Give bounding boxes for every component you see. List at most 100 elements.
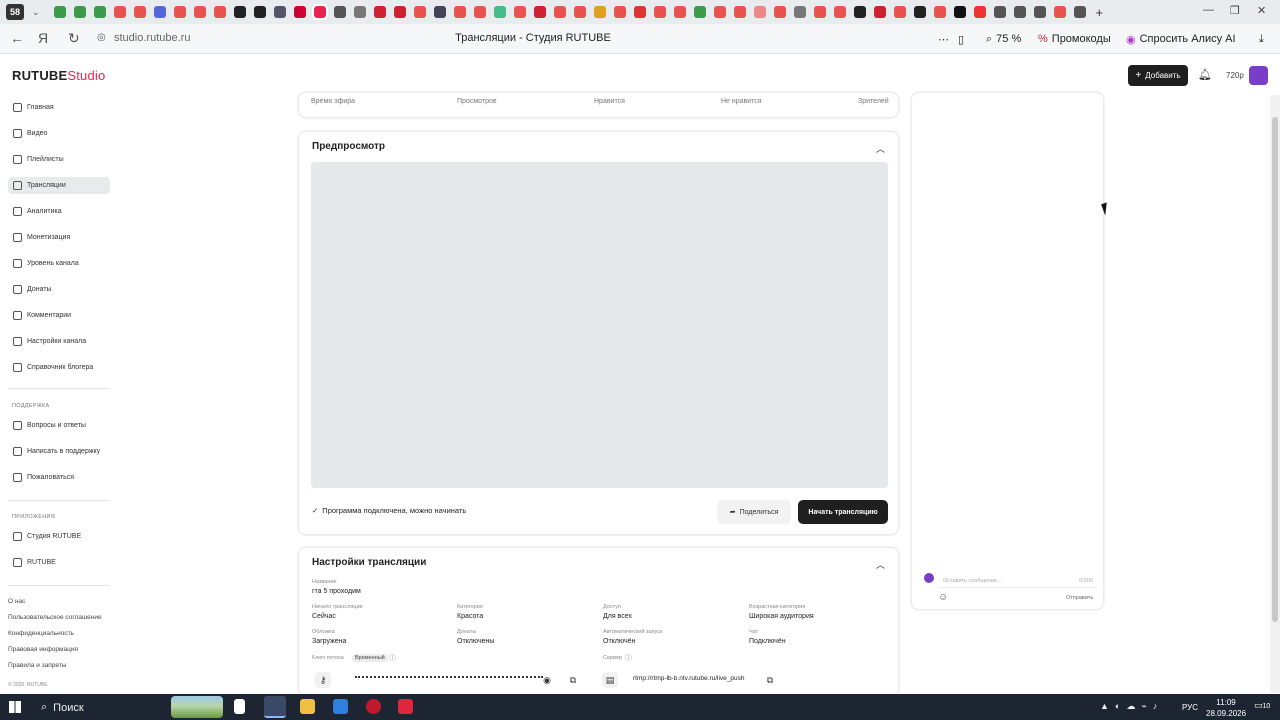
language-indicator[interactable]: РУС (1182, 703, 1198, 712)
tab-favicon-icon[interactable] (433, 6, 446, 18)
sidebar-item-8[interactable]: Комментарии (8, 307, 110, 324)
tab-favicon-icon[interactable] (193, 6, 206, 18)
tab-favicon-icon[interactable] (153, 6, 166, 18)
tab-favicon-icon[interactable] (213, 6, 226, 18)
tab-favicon-icon[interactable] (753, 6, 766, 18)
file-icon[interactable] (234, 699, 245, 714)
tab-favicon-icon[interactable] (333, 6, 346, 18)
tab-favicon-icon[interactable] (393, 6, 406, 18)
tab-favicon-icon[interactable] (653, 6, 666, 18)
tab-favicon-icon[interactable] (1013, 6, 1026, 18)
sidebar-item-0[interactable]: Главная (8, 99, 110, 116)
tab-favicon-icon[interactable] (613, 6, 626, 18)
sidebar-item-2[interactable]: Плейлисты (8, 151, 110, 168)
minimize-icon[interactable]: — (1203, 4, 1214, 16)
stream-key-masked[interactable] (355, 676, 543, 678)
avatar[interactable] (1249, 66, 1268, 85)
new-tab-icon[interactable]: + (1096, 5, 1104, 20)
tab-favicon-icon[interactable] (1053, 6, 1066, 18)
eye-icon[interactable]: ◉ (539, 672, 555, 688)
server-url[interactable]: rtmp://rtmp-lb-b.ntv.rutube.ru/live_push (633, 675, 745, 682)
tab-favicon-icon[interactable] (993, 6, 1006, 18)
tab-favicon-icon[interactable] (953, 6, 966, 18)
sidebar-item-7[interactable]: Донаты (8, 281, 110, 298)
tab-favicon-icon[interactable] (133, 6, 146, 18)
tab-favicon-icon[interactable] (113, 6, 126, 18)
tab-favicon-icon[interactable] (573, 6, 586, 18)
tab-favicon-icon[interactable] (593, 6, 606, 18)
send-button[interactable]: Отправить (1066, 595, 1093, 601)
tab-favicon-icon[interactable] (311, 4, 328, 20)
folder-icon[interactable] (300, 699, 315, 714)
tab-favicon-icon[interactable] (253, 6, 266, 18)
collapse-settings-icon[interactable]: ︿ (876, 558, 885, 571)
footer-link-0[interactable]: О нас (8, 598, 25, 605)
yandex-browser-taskbar-icon[interactable] (264, 696, 286, 718)
notification-icon[interactable]: ▭10 (1254, 700, 1270, 711)
copy-key-icon[interactable]: ⧉ (565, 672, 581, 688)
tab-favicon-icon[interactable] (293, 6, 306, 18)
clock[interactable]: 11:09 28.09.2026 (1206, 697, 1246, 719)
quality-badge[interactable]: 720p (1226, 71, 1244, 80)
tray-icons[interactable]: ▲◐☁⌁♪ (1100, 701, 1163, 712)
sidebar-item-4[interactable]: Аналитика (8, 203, 110, 220)
start-stream-button[interactable]: Начать трансляцию (798, 500, 888, 524)
app-item-1[interactable]: RUTUBE (8, 554, 110, 571)
restore-icon[interactable]: ❐ (1230, 4, 1240, 17)
more-icon[interactable]: ⋯ (938, 30, 949, 48)
alice-button[interactable]: ◉ Спросить Алису AI (1126, 30, 1236, 48)
tab-favicon-icon[interactable] (413, 6, 426, 18)
store-icon[interactable] (333, 699, 348, 714)
chat-input[interactable]: Оставить сообщение... 0/200 (939, 575, 1097, 588)
sidebar-item-6[interactable]: Уровень канала (8, 255, 110, 272)
tab-favicon-icon[interactable] (893, 6, 906, 18)
tab-favicon-icon[interactable] (633, 6, 646, 18)
emoji-icon[interactable]: ☺ (938, 592, 948, 603)
zoom-indicator[interactable]: ⌕ 75 % (986, 30, 1021, 48)
bookmark-icon[interactable]: ▯ (958, 30, 964, 48)
sidebar-item-9[interactable]: Настройки канала (8, 333, 110, 350)
widgets-icon[interactable] (171, 696, 223, 718)
amd-icon[interactable] (398, 699, 413, 714)
close-icon[interactable]: ✕ (1257, 4, 1266, 17)
tab-favicon-icon[interactable] (1033, 6, 1046, 18)
promo-button[interactable]: % Промокоды (1038, 30, 1111, 48)
scrollbar-thumb[interactable] (1272, 117, 1278, 622)
help-icon[interactable]: ⓘ (389, 653, 396, 663)
tab-favicon-icon[interactable] (913, 6, 926, 18)
tab-favicon-icon[interactable] (493, 6, 506, 18)
tab-favicon-icon[interactable] (733, 6, 746, 18)
tab-favicon-icon[interactable] (93, 6, 106, 18)
tab-favicon-icon[interactable] (773, 6, 786, 18)
tab-favicon-icon[interactable] (373, 6, 386, 18)
download-icon[interactable]: ⤓ (1259, 30, 1264, 48)
preview-video-area[interactable] (311, 162, 888, 488)
scrollbar[interactable] (1270, 95, 1280, 693)
tab-favicon-icon[interactable] (453, 6, 466, 18)
tab-favicon-icon[interactable] (793, 6, 806, 18)
share-button[interactable]: ➦ Поделиться (717, 500, 791, 524)
tab-favicon-icon[interactable] (353, 6, 366, 18)
footer-link-4[interactable]: Правила и запреты (8, 662, 66, 669)
add-button[interactable]: + Добавить (1128, 65, 1188, 86)
tab-favicon-icon[interactable] (693, 6, 706, 18)
tab-favicon-icon[interactable] (513, 6, 526, 18)
footer-link-2[interactable]: Конфиденциальность (8, 630, 74, 637)
footer-link-3[interactable]: Правовая информация (8, 646, 78, 653)
app-item-0[interactable]: Студия RUTUBE (8, 528, 110, 545)
collapse-preview-icon[interactable]: ︿ (876, 142, 885, 155)
sidebar-item-5[interactable]: Монетизация (8, 229, 110, 246)
sidebar-item-10[interactable]: Справочник блогера (8, 359, 110, 376)
windows-start-icon[interactable] (9, 701, 21, 713)
tab-favicon-icon[interactable] (73, 6, 86, 18)
tab-favicon-icon[interactable] (273, 6, 286, 18)
copy-server-icon[interactable]: ⧉ (762, 672, 778, 688)
support-item-0[interactable]: Вопросы и ответы (8, 417, 110, 434)
tab-favicon-icon[interactable] (173, 6, 186, 18)
tab-favicon-icon[interactable] (833, 6, 846, 18)
server-help-icon[interactable]: ⓘ (625, 653, 632, 663)
bell-icon[interactable]: 🔔︎ (1198, 68, 1212, 81)
chevron-down-icon[interactable]: ⌄ (32, 7, 40, 18)
tab-favicon-icon[interactable] (973, 6, 986, 18)
sidebar-item-3[interactable]: Трансляции (8, 177, 110, 194)
